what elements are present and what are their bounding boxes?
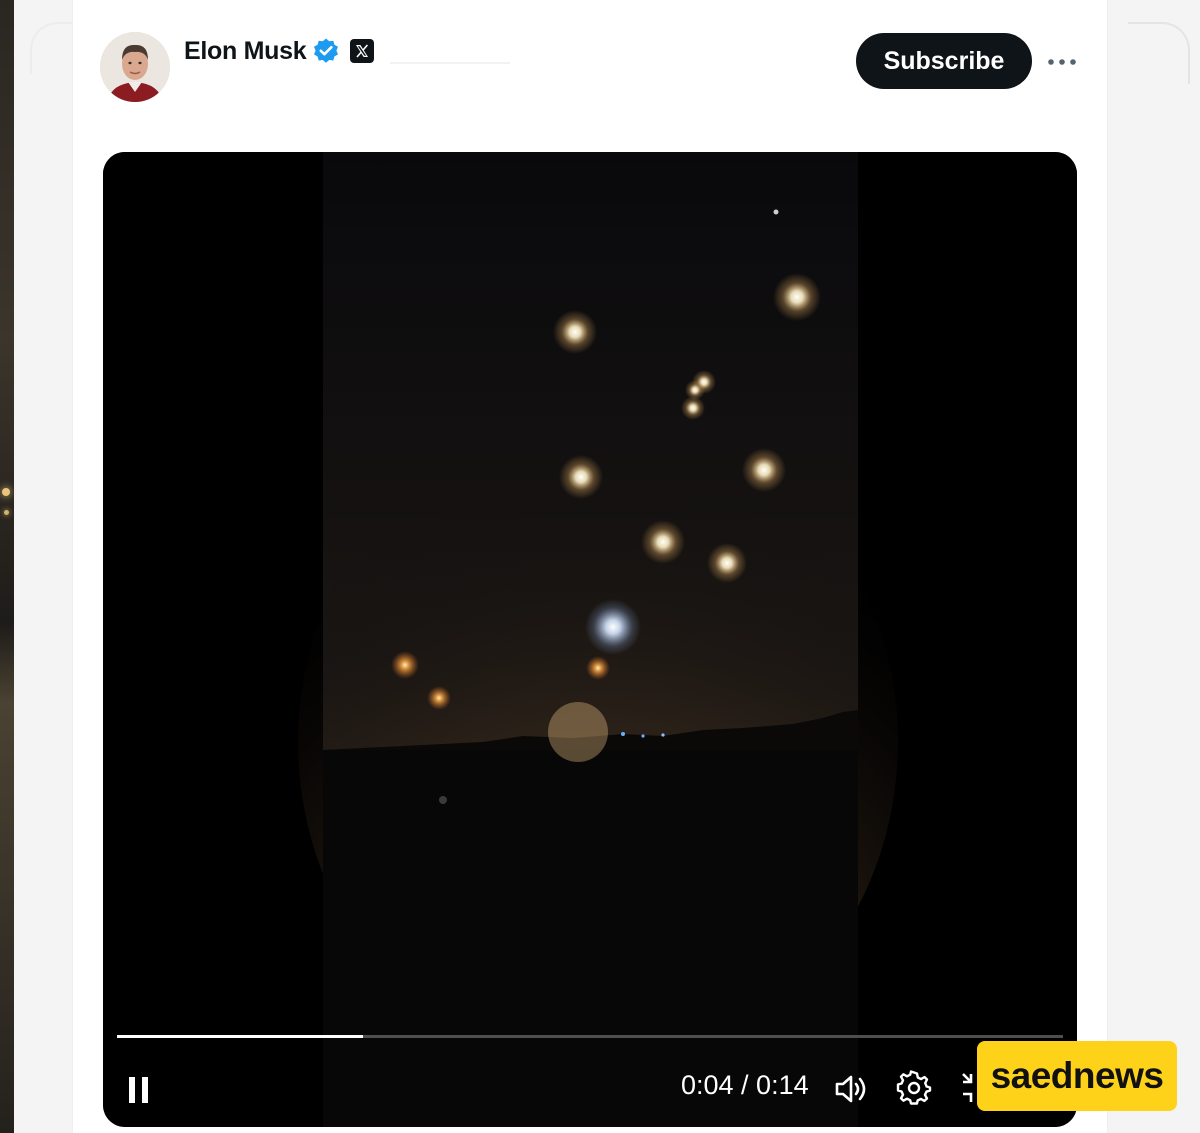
video-timecode: 0:04 / 0:14 <box>681 1070 809 1100</box>
x-logo-icon <box>350 39 375 63</box>
page: Elon Musk Subscribe 0:04 / 0:14 saednews <box>0 0 1200 1133</box>
watermark-logo: saednews <box>977 1041 1177 1111</box>
video-progress-bar[interactable] <box>117 1035 1063 1038</box>
author-row: Elon Musk <box>184 34 375 68</box>
video-frame <box>103 152 1077 1127</box>
video-progress-fill <box>117 1035 363 1038</box>
gear-icon[interactable] <box>896 1070 932 1106</box>
more-horizontal-icon[interactable] <box>1042 48 1082 76</box>
pause-icon[interactable] <box>125 1074 155 1106</box>
verified-badge-icon <box>312 37 340 65</box>
subscribe-button[interactable]: Subscribe <box>856 33 1032 89</box>
avatar[interactable] <box>100 32 170 102</box>
background-card-edge <box>1128 22 1190 84</box>
author-name[interactable]: Elon Musk <box>184 37 307 66</box>
divider <box>390 62 510 64</box>
video-player[interactable]: 0:04 / 0:14 <box>103 152 1077 1127</box>
volume-icon[interactable] <box>833 1072 871 1106</box>
background-image-edge <box>0 0 14 1133</box>
